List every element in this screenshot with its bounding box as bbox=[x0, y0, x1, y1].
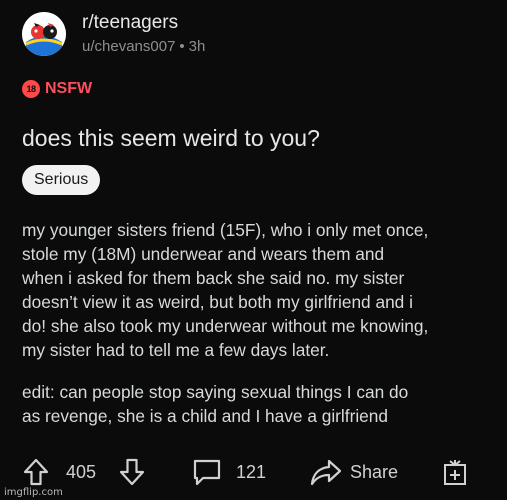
watermark: imgflip.com bbox=[4, 487, 63, 498]
byline: u/chevans007 • 3h bbox=[82, 38, 205, 56]
action-bar: 405 121 Share bbox=[0, 452, 507, 492]
subreddit-logo-icon bbox=[22, 12, 66, 56]
post-age: 3h bbox=[188, 38, 206, 55]
body-line: stole my (18M) underwear and wears them … bbox=[22, 244, 385, 264]
share-label: Share bbox=[350, 461, 399, 482]
vote-count: 405 bbox=[66, 461, 97, 482]
nsfw-label: NSFW bbox=[45, 80, 93, 97]
body-line: do! she also took my underwear without m… bbox=[22, 316, 429, 336]
body-line: my younger sisters friend (15F), who i o… bbox=[22, 220, 429, 240]
nsfw-tag: 18 NSFW bbox=[22, 80, 92, 98]
comment-count: 121 bbox=[236, 461, 267, 482]
comments-button[interactable]: 121 bbox=[192, 452, 266, 492]
edit-line: edit: can people stop saying sexual thin… bbox=[22, 382, 409, 402]
post-meta: r/teenagers u/chevans007 • 3h bbox=[82, 12, 205, 56]
author-name[interactable]: u/chevans007 bbox=[82, 38, 175, 56]
subreddit-avatar[interactable] bbox=[22, 12, 66, 56]
byline-separator: • bbox=[179, 38, 185, 55]
body-line: when i asked for them back she said no. … bbox=[22, 268, 405, 288]
post-title[interactable]: does this seem weird to you? bbox=[22, 124, 320, 152]
post-body: my younger sisters friend (15F), who i o… bbox=[22, 218, 497, 428]
edit-line: as revenge, she is a child and I have a … bbox=[22, 406, 389, 426]
subreddit-name[interactable]: r/teenagers bbox=[82, 12, 205, 34]
post-card: r/teenagers u/chevans007 • 3h 18 NSFW do… bbox=[0, 0, 507, 500]
body-line: my sister had to tell me a few days late… bbox=[22, 340, 330, 360]
post-flair[interactable]: Serious bbox=[22, 165, 101, 195]
arrow-down-icon bbox=[119, 458, 145, 486]
nsfw-18-icon: 18 bbox=[22, 80, 40, 98]
post-header: r/teenagers u/chevans007 • 3h bbox=[22, 12, 205, 56]
comment-icon bbox=[193, 459, 221, 486]
award-button[interactable] bbox=[442, 452, 468, 492]
vote-score: 405 bbox=[66, 452, 96, 492]
share-arrow-icon bbox=[310, 459, 342, 486]
arrow-up-icon bbox=[23, 458, 49, 486]
downvote-button[interactable] bbox=[118, 452, 146, 492]
gift-add-icon bbox=[444, 460, 466, 485]
body-line: doesn’t view it as weird, but both my gi… bbox=[22, 292, 413, 312]
upvote-button[interactable] bbox=[22, 452, 50, 492]
share-button[interactable]: Share bbox=[310, 452, 398, 492]
